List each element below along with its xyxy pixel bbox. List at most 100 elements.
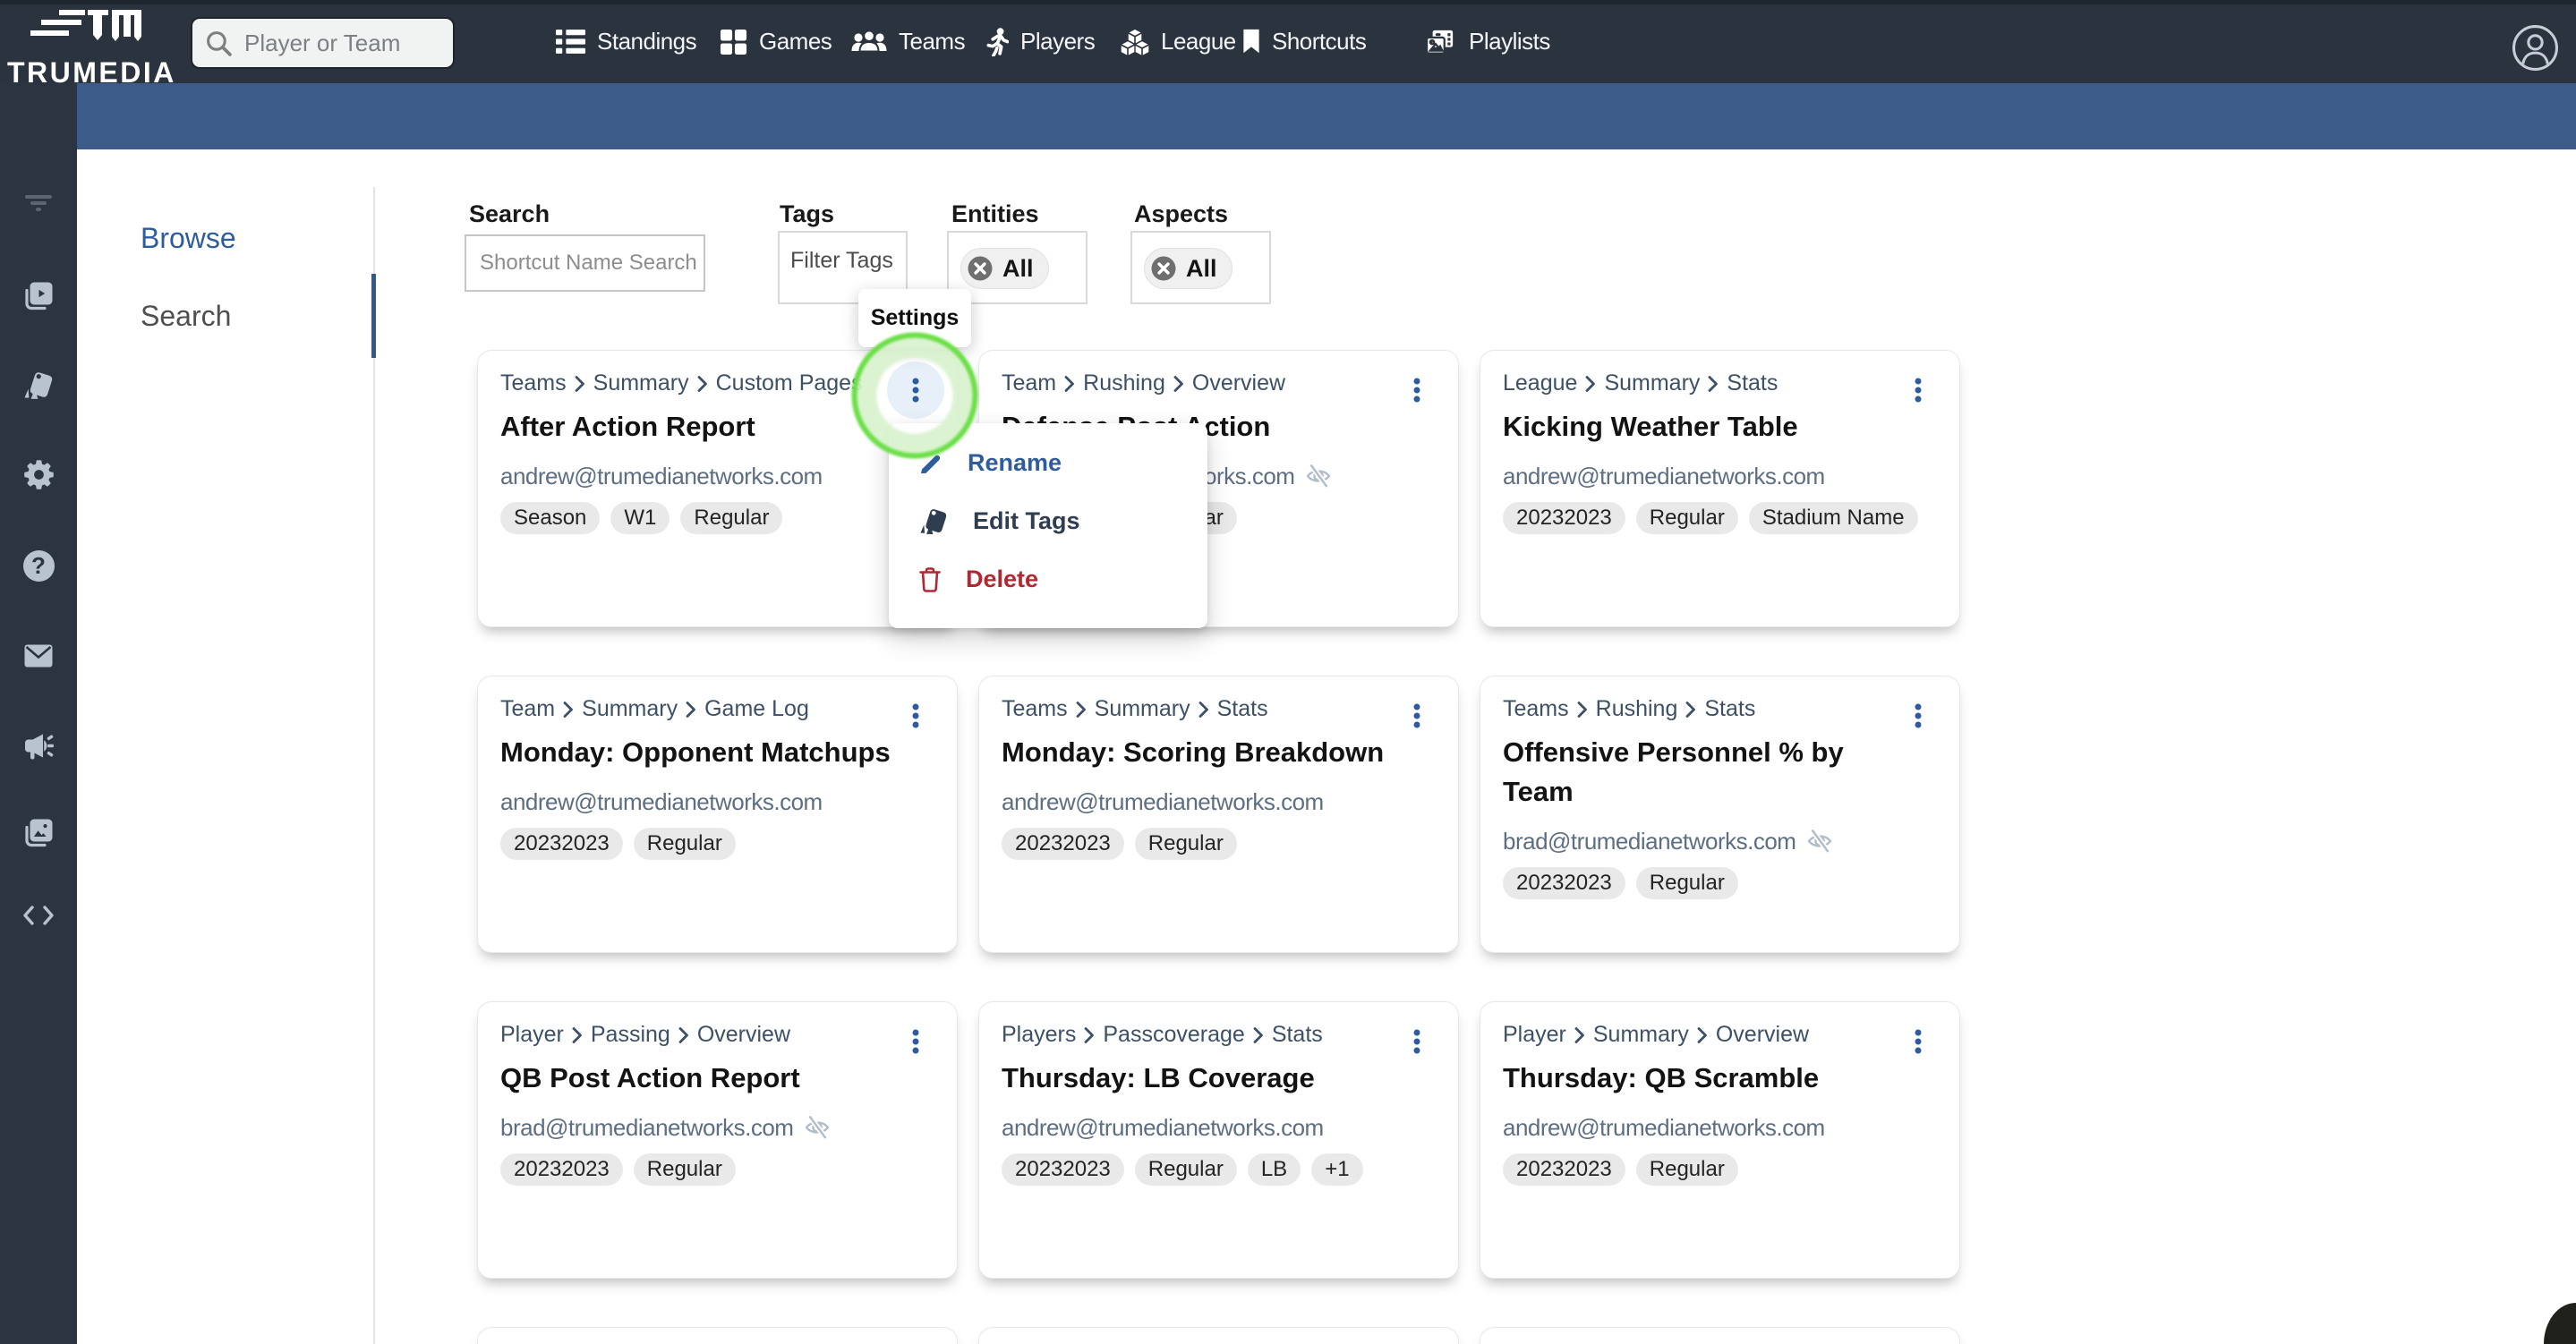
nav-item-games[interactable]: Games	[720, 0, 832, 83]
shortcut-card[interactable]: Team Summary Game Log Monday: Opponent Mat…	[477, 676, 958, 953]
global-search	[191, 17, 455, 69]
tags-icon	[23, 371, 54, 400]
sidebar-video-library-icon[interactable]	[0, 282, 77, 310]
nav-item-shortcuts[interactable]: Shortcuts	[1242, 0, 1367, 83]
card-title: Monday: Scoring Breakdown	[1002, 736, 1385, 768]
shortcut-card[interactable]: Teams Rushing Stats Offensive Personnel % …	[1480, 676, 1960, 953]
card-settings-button[interactable]	[887, 1013, 944, 1070]
cubes-icon	[1121, 29, 1149, 55]
nav-item-league[interactable]: League	[1121, 0, 1236, 83]
breadcrumb-chevron-icon	[1076, 701, 1087, 719]
sidebar-item-search[interactable]: Search	[141, 300, 231, 333]
tag-pill: W1	[610, 502, 670, 534]
card-owner-row: brad@trumedianetworks.com	[1503, 826, 1938, 856]
panel-divider	[373, 187, 375, 1344]
shortcut-card[interactable]	[1480, 1327, 1960, 1344]
shortcut-card[interactable]: Teams Summary Custom Pages After Action Re…	[477, 350, 958, 627]
menu-item-label: Edit Tags	[973, 507, 1080, 534]
aspects-all-chip[interactable]: All	[1144, 248, 1233, 289]
trumedia-logo-text: TRUMEDIA	[7, 56, 176, 89]
nav-item-players[interactable]: Players	[985, 0, 1096, 83]
menu-item-rename[interactable]: Rename	[889, 434, 1207, 492]
card-owner-row: andrew@trumedianetworks.com	[500, 461, 935, 491]
card-settings-button[interactable]	[1388, 1013, 1446, 1070]
tag-pill: LB	[1247, 1153, 1301, 1186]
card-tags: 20232023 Regular	[500, 828, 935, 860]
sidebar-filter-icon[interactable]	[0, 194, 77, 212]
breadcrumb-segment: Summary	[582, 695, 678, 721]
card-title: Offensive Personnel % by Team	[1503, 736, 1844, 807]
menu-item-delete[interactable]: Delete	[889, 550, 1207, 608]
breadcrumb-segment: Game Log	[704, 695, 809, 721]
video-library-icon	[23, 282, 54, 310]
breadcrumb: Players Passcoverage Stats	[1002, 1019, 1437, 1050]
sidebar-mail-icon[interactable]	[0, 644, 77, 668]
shortcut-card[interactable]: Player Passing Overview QB Post Action Rep…	[477, 1001, 958, 1279]
runner-icon	[985, 28, 1009, 56]
nav-item-playlists[interactable]: Playlists	[1425, 0, 1550, 83]
card-owner-email: andrew@trumedianetworks.com	[1503, 463, 1825, 489]
breadcrumb-chevron-icon	[575, 375, 585, 393]
breadcrumb-segment: Stats	[1271, 1021, 1323, 1047]
sidebar-tags-icon[interactable]	[0, 371, 77, 400]
menu-item-label: Rename	[968, 449, 1062, 476]
sidebar-photo-library-icon[interactable]	[0, 819, 77, 847]
sidebar-megaphone-icon[interactable]	[0, 733, 77, 760]
shortcut-card[interactable]: Teams Summary Stats Monday: Scoring Breakd…	[978, 676, 1459, 953]
kebab-menu-icon	[1413, 378, 1420, 403]
shortcut-card[interactable]: Player Summary Overview Thursday: QB Scram…	[1480, 1001, 1960, 1279]
grid-icon	[720, 28, 747, 55]
trumedia-logo-icon	[30, 10, 141, 41]
search-filter-label: Search	[469, 200, 550, 227]
card-settings-button[interactable]	[1889, 687, 1947, 744]
account-menu-button[interactable]	[2512, 24, 2559, 72]
shortcut-card[interactable]: Players Passcoverage Stats Thursday: LB Co…	[978, 1001, 1459, 1279]
breadcrumb-segment: Team	[1002, 370, 1057, 396]
card-settings-button[interactable]	[887, 362, 944, 419]
card-settings-button[interactable]	[1388, 687, 1446, 744]
breadcrumb-chevron-icon	[1574, 1026, 1585, 1044]
breadcrumb-segment: Stats	[1704, 695, 1756, 721]
shortcut-name-search-input[interactable]	[465, 234, 705, 292]
card-owner-row: andrew@trumedianetworks.com	[500, 787, 935, 817]
global-search-input[interactable]	[244, 29, 446, 57]
help-icon: ?	[22, 550, 55, 582]
tag-pill: Regular	[633, 1153, 736, 1186]
trumedia-logo[interactable]: TRUMEDIA	[7, 7, 192, 89]
breadcrumb-chevron-icon	[697, 375, 708, 393]
remove-icon[interactable]	[968, 256, 993, 281]
shortcut-card[interactable]: League Summary Stats Kicking Weather Table…	[1480, 350, 1960, 627]
card-settings-button[interactable]	[1889, 1013, 1947, 1070]
card-settings-button[interactable]	[1388, 362, 1446, 419]
sidebar-code-icon[interactable]	[0, 906, 77, 925]
tag-pill: Regular	[1134, 1153, 1237, 1186]
menu-item-edit-tags[interactable]: Edit Tags	[889, 492, 1207, 550]
breadcrumb: Teams Summary Stats	[1002, 693, 1437, 724]
card-settings-button[interactable]	[887, 687, 944, 744]
pencil-icon	[919, 452, 943, 475]
sidebar-help-icon[interactable]: ?	[0, 550, 77, 582]
shortcut-card[interactable]	[978, 1327, 1459, 1344]
breadcrumb: Player Passing Overview	[500, 1019, 935, 1050]
entities-all-chip[interactable]: All	[960, 248, 1049, 289]
card-tags: 20232023 Regular Stadium Name	[1503, 502, 1938, 534]
sidebar-gear-icon[interactable]	[0, 460, 77, 489]
breadcrumb-segment: Passing	[590, 1021, 670, 1047]
breadcrumb-chevron-icon	[1198, 701, 1209, 719]
tags-filter-label: Tags	[780, 200, 835, 227]
user-circle-icon	[2512, 24, 2559, 72]
remove-icon[interactable]	[1151, 256, 1176, 281]
shortcut-card[interactable]	[477, 1327, 958, 1344]
card-title: Thursday: QB Scramble	[1503, 1062, 1820, 1093]
breadcrumb: Player Summary Overview	[1503, 1019, 1938, 1050]
tag-pill: 20232023	[1002, 1153, 1124, 1186]
card-owner-row: andrew@trumedianetworks.com	[1503, 461, 1938, 491]
card-settings-button[interactable]	[1889, 362, 1947, 419]
breadcrumb-chevron-icon	[563, 701, 574, 719]
breadcrumb-segment: Stats	[1727, 370, 1778, 396]
breadcrumb-segment: Overview	[696, 1021, 791, 1047]
nav-item-teams[interactable]: Teams	[851, 0, 966, 83]
card-owner-email: andrew@trumedianetworks.com	[500, 463, 823, 489]
nav-item-standings[interactable]: Standings	[556, 0, 697, 83]
sidebar-item-browse[interactable]: Browse	[141, 222, 236, 255]
